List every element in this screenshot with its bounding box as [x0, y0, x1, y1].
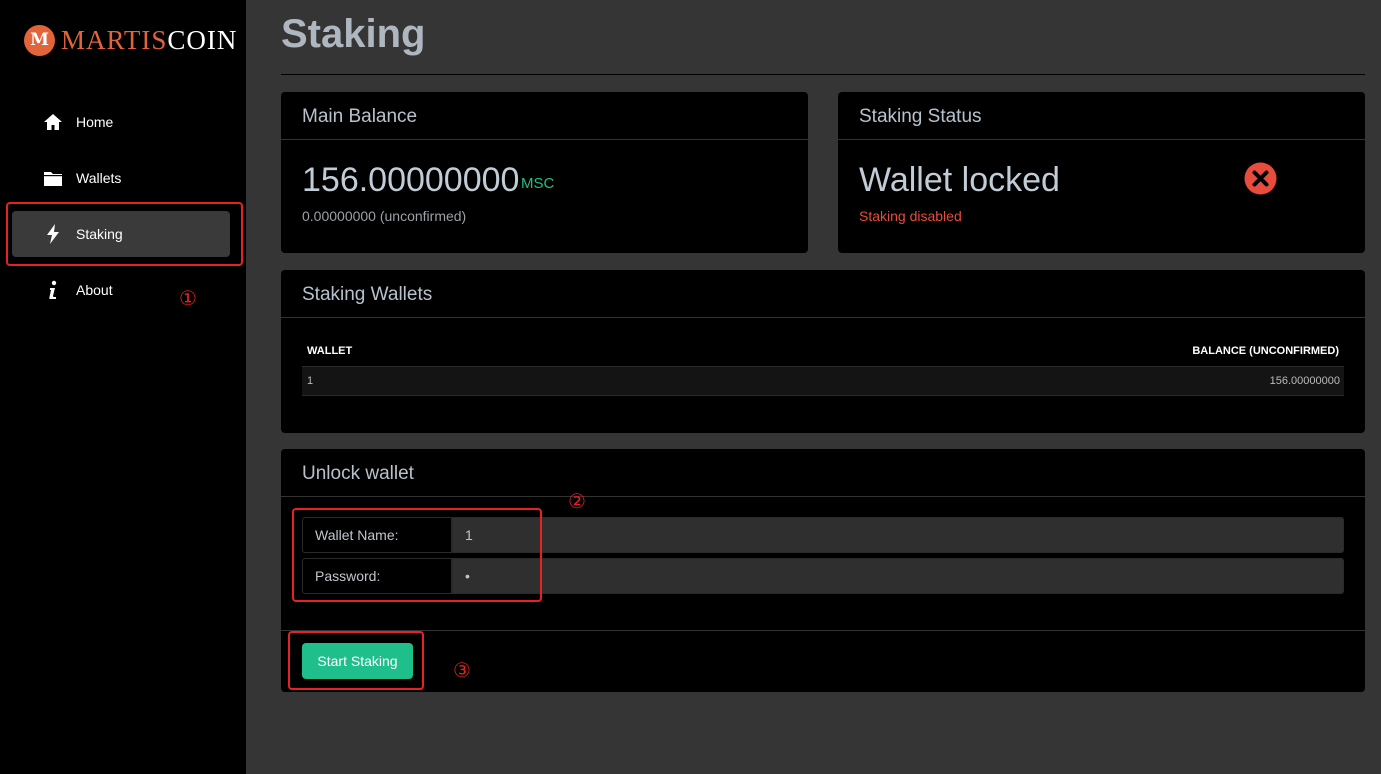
page-title: Staking — [281, 12, 426, 56]
card-title: Unlock wallet — [302, 463, 414, 484]
sidebar-item-label: Wallets — [76, 170, 122, 186]
card-header: Main Balance — [281, 92, 808, 140]
brand-name-part1: MARTIS — [61, 25, 168, 55]
title-divider — [281, 74, 1365, 75]
card-header: Staking Wallets — [281, 270, 1365, 318]
sidebar-item-label: Home — [76, 114, 114, 130]
wallet-name-input[interactable] — [452, 517, 1344, 553]
brand-name: MARTISCOIN — [61, 24, 237, 56]
home-icon — [42, 111, 64, 133]
balance-cell: 156.00000000 — [1269, 375, 1340, 387]
card-divider — [281, 630, 1365, 631]
staking-status-text: Wallet locked — [859, 161, 1060, 199]
staking-wallets-card: Staking Wallets WALLET BALANCE (UNCONFIR… — [281, 270, 1365, 433]
folder-icon — [42, 167, 64, 189]
highlight-box-inputs — [292, 508, 542, 602]
card-title: Main Balance — [302, 106, 418, 127]
column-header-wallet: WALLET — [307, 345, 353, 357]
sidebar-item-about[interactable]: About — [12, 267, 230, 313]
card-title: Staking Wallets — [302, 284, 433, 305]
balance-unit: MSC — [521, 175, 555, 192]
sidebar-item-label: About — [76, 282, 113, 298]
balance-amount: 156.00000000 — [302, 161, 520, 199]
password-input[interactable] — [452, 558, 1344, 594]
brand-name-part2: COIN — [167, 25, 238, 55]
staking-status-detail: Staking disabled — [859, 208, 962, 224]
column-header-balance: BALANCE (UNCONFIRMED) — [1192, 345, 1339, 357]
sidebar: M MARTISCOIN Home Wallets Staking About — [0, 0, 246, 774]
sidebar-item-wallets[interactable]: Wallets — [12, 155, 230, 201]
highlight-box-button — [288, 631, 424, 690]
card-header: Unlock wallet — [281, 449, 1365, 497]
annotation-marker-2: ② — [568, 489, 586, 513]
sidebar-item-home[interactable]: Home — [12, 99, 230, 145]
error-x-icon — [1244, 162, 1277, 195]
main-balance-card: Main Balance 156.00000000 MSC 0.00000000… — [281, 92, 808, 253]
staking-status-card: Staking Status Wallet locked Staking dis… — [838, 92, 1365, 253]
info-icon — [42, 279, 64, 301]
highlight-box-staking — [6, 202, 243, 266]
brand-logo[interactable]: M MARTISCOIN — [24, 24, 237, 56]
annotation-marker-1: ① — [179, 286, 197, 310]
wallet-cell: 1 — [307, 375, 314, 387]
annotation-marker-3: ③ — [453, 658, 471, 682]
unconfirmed-balance: 0.00000000 (unconfirmed) — [302, 208, 467, 224]
logo-icon: M — [24, 24, 55, 56]
card-title: Staking Status — [859, 106, 982, 127]
card-header: Staking Status — [838, 92, 1365, 140]
table-row[interactable]: 1 156.00000000 — [302, 366, 1344, 396]
